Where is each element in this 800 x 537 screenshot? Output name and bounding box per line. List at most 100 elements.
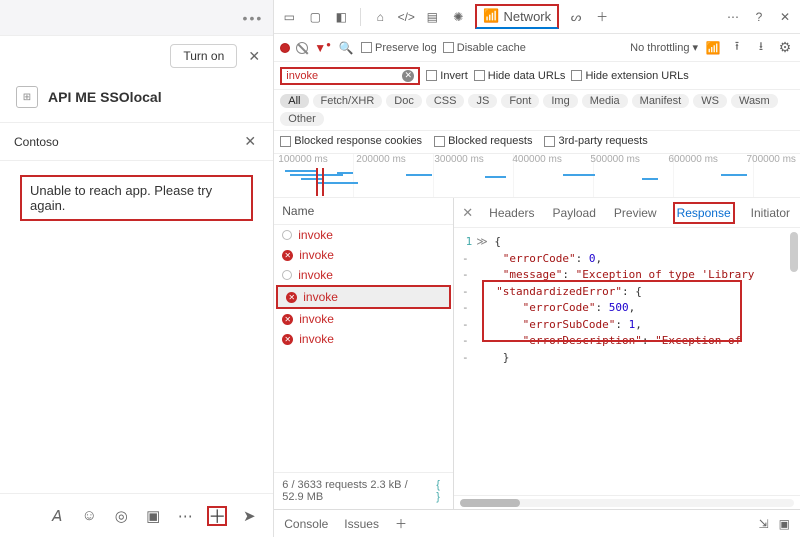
turn-on-button[interactable]: Turn on <box>170 44 237 68</box>
json-icon[interactable]: { } <box>436 479 445 503</box>
card-header: Contoso ✕ <box>0 123 273 161</box>
device-icon[interactable]: ▢ <box>306 8 324 26</box>
preserve-log-checkbox[interactable]: Preserve log <box>361 42 437 54</box>
error-message: Unable to reach app. Please try again. <box>20 175 253 221</box>
disable-cache-checkbox[interactable]: Disable cache <box>443 42 526 54</box>
json-value: 1 <box>629 318 636 331</box>
devtools-drawer: Console Issues ＋ ⇲ ▣ <box>274 509 800 537</box>
chip-doc[interactable]: Doc <box>386 94 422 108</box>
request-row[interactable]: invoke <box>274 225 453 245</box>
drawer-icon-2[interactable]: ▣ <box>779 517 790 531</box>
hide-data-urls-checkbox[interactable]: Hide data URLs <box>474 70 566 82</box>
chip-manifest[interactable]: Manifest <box>632 94 690 108</box>
request-row[interactable]: ✕ invoke <box>274 329 453 349</box>
help-icon[interactable]: ? <box>750 8 768 26</box>
blocked-response-checkbox[interactable]: Blocked response cookies <box>280 135 422 147</box>
tab-preview[interactable]: Preview <box>612 204 659 222</box>
type-filter-chips: All Fetch/XHR Doc CSS JS Font Img Media … <box>274 90 800 131</box>
clear-filter-icon[interactable]: ✕ <box>402 70 414 82</box>
send-icon[interactable]: ➤ <box>239 506 259 526</box>
settings-icon[interactable]: ⚙ <box>776 39 794 57</box>
vertical-scrollbar[interactable] <box>790 232 798 272</box>
chip-img[interactable]: Img <box>543 94 577 108</box>
column-header-name[interactable]: Name <box>274 198 453 225</box>
third-party-checkbox[interactable]: 3rd-party requests <box>544 135 647 147</box>
response-body[interactable]: 1≫ { - "errorCode": 0, - "message": "Exc… <box>454 228 800 495</box>
chevron-down-icon: ▾ <box>692 41 698 54</box>
home-icon[interactable]: ⌂ <box>371 8 389 26</box>
horizontal-scrollbar[interactable] <box>460 499 794 507</box>
sticker-icon[interactable]: ▣ <box>143 506 163 526</box>
request-label: invoke <box>299 248 334 262</box>
chip-other[interactable]: Other <box>280 112 324 126</box>
filter-toggle-icon[interactable]: ▼● <box>314 40 331 55</box>
chip-all[interactable]: All <box>280 94 308 108</box>
turn-on-row: Turn on ✕ <box>0 36 273 78</box>
chip-font[interactable]: Font <box>501 94 539 108</box>
status-error-icon: ✕ <box>282 334 293 345</box>
chip-js[interactable]: JS <box>468 94 497 108</box>
dock-icon[interactable]: ◧ <box>332 8 350 26</box>
throttling-select[interactable]: No throttling ▾ <box>630 41 698 54</box>
close-devtools-icon[interactable]: ✕ <box>776 8 794 26</box>
json-value: 500 <box>609 301 629 314</box>
tick-label: 100000 ms <box>278 154 327 165</box>
card-close-icon[interactable]: ✕ <box>241 133 259 150</box>
console-icon[interactable]: ▤ <box>423 8 441 26</box>
filter-row: ✕ Invert Hide data URLs Hide extension U… <box>274 62 800 90</box>
chip-wasm[interactable]: Wasm <box>731 94 778 108</box>
sources-icon[interactable]: ✺ <box>449 8 467 26</box>
tick-label: 500000 ms <box>590 154 639 165</box>
tab-payload[interactable]: Payload <box>551 204 598 222</box>
chip-css[interactable]: CSS <box>426 94 465 108</box>
emoji-icon[interactable]: ☺ <box>79 506 99 526</box>
request-row[interactable]: ✕ invoke <box>274 245 453 265</box>
tab-headers[interactable]: Headers <box>487 204 536 222</box>
filter-input[interactable] <box>286 70 386 82</box>
request-label: invoke <box>299 332 334 346</box>
drawer-icon-1[interactable]: ⇲ <box>759 517 769 531</box>
chip-fetch-xhr[interactable]: Fetch/XHR <box>313 94 383 108</box>
more-icon[interactable]: ••• <box>243 10 264 26</box>
add-extension-button[interactable]: ＋ <box>207 506 227 526</box>
request-row[interactable]: ✕ invoke <box>274 309 453 329</box>
invert-checkbox[interactable]: Invert <box>426 70 468 82</box>
json-key: "standardizedError" <box>496 285 622 298</box>
record-button[interactable] <box>280 43 290 53</box>
waterfall-overview[interactable]: 100000 ms 200000 ms 300000 ms 400000 ms … <box>274 154 800 198</box>
hide-extension-urls-checkbox[interactable]: Hide extension URLs <box>571 70 688 82</box>
status-error-icon: ✕ <box>282 314 293 325</box>
tab-response[interactable]: Response <box>673 202 735 224</box>
tick-label: 600000 ms <box>668 154 717 165</box>
request-row[interactable]: invoke <box>274 265 453 285</box>
status-pending-icon <box>282 230 292 240</box>
more-tools-icon[interactable]: ⋯ <box>724 8 742 26</box>
network-conditions-icon[interactable]: 📶 <box>704 39 722 57</box>
chip-media[interactable]: Media <box>582 94 628 108</box>
add-drawer-tab-icon[interactable]: ＋ <box>395 515 407 532</box>
chip-ws[interactable]: WS <box>693 94 727 108</box>
export-icon[interactable]: ⭳ <box>752 39 770 57</box>
import-icon[interactable]: ⭱ <box>728 39 746 57</box>
devtools-tab-bar: ▭ ▢ ◧ ⌂ </> ▤ ✺ 📶 Network ᔕ ＋ ⋯ ? ✕ <box>274 0 800 34</box>
performance-icon[interactable]: ᔕ <box>567 8 585 26</box>
inspect-icon[interactable]: ▭ <box>280 8 298 26</box>
search-icon[interactable]: 🔍 <box>337 39 355 57</box>
close-details-icon[interactable]: ✕ <box>462 205 473 221</box>
gif-icon[interactable]: ◎ <box>111 506 131 526</box>
elements-icon[interactable]: </> <box>397 8 415 26</box>
add-tab-icon[interactable]: ＋ <box>593 8 611 26</box>
requests-column: Name invoke ✕ invoke invoke ✕ invoke ✕ <box>274 198 454 509</box>
close-icon[interactable]: ✕ <box>245 48 263 65</box>
tab-network[interactable]: 📶 Network <box>475 4 559 29</box>
tab-initiator[interactable]: Initiator <box>749 204 792 222</box>
extra-filter-row: Blocked response cookies Blocked request… <box>274 131 800 154</box>
more-actions-icon[interactable]: ⋯ <box>175 506 195 526</box>
blocked-requests-checkbox[interactable]: Blocked requests <box>434 135 532 147</box>
drawer-tab-issues[interactable]: Issues <box>344 517 379 531</box>
drawer-tab-console[interactable]: Console <box>284 517 328 531</box>
tick-label: 400000 ms <box>512 154 561 165</box>
format-icon[interactable]: 𝘈 <box>47 506 67 526</box>
clear-button[interactable] <box>296 42 308 54</box>
request-row[interactable]: ✕ invoke <box>278 287 449 307</box>
